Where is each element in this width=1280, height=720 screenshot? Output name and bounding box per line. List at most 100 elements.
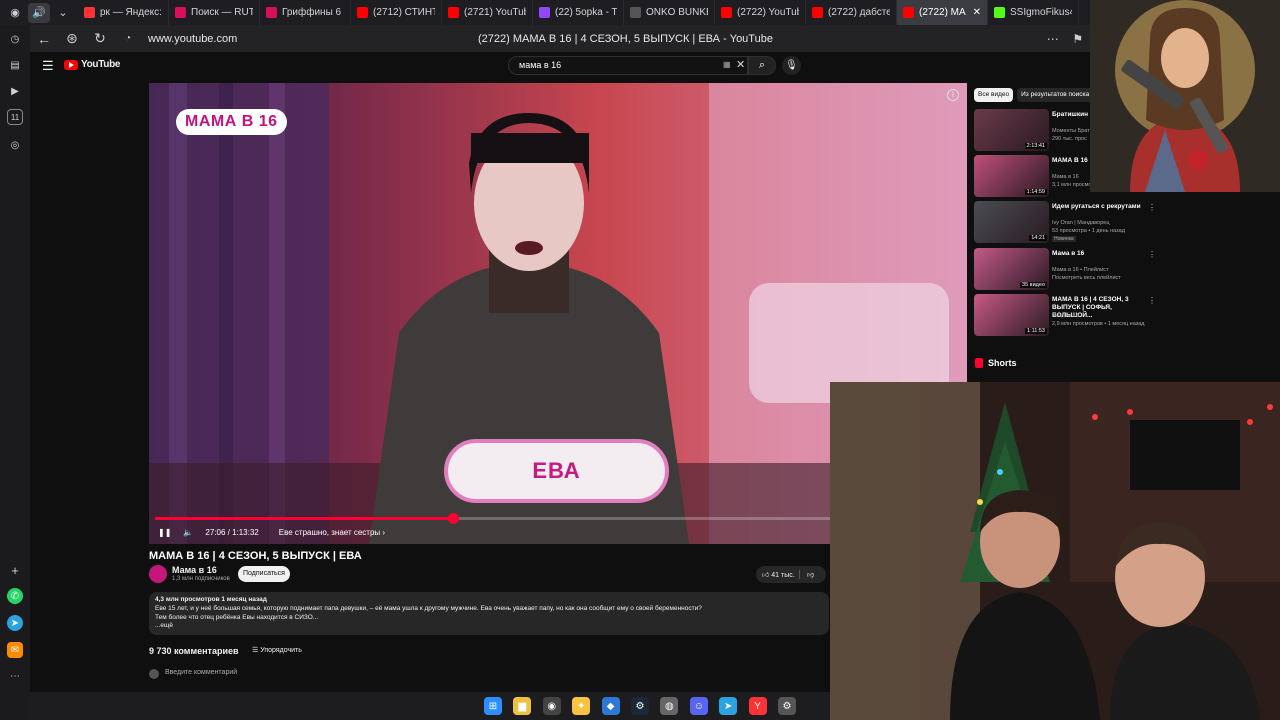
tab-title: (2722) МА [919, 7, 966, 18]
video-title: МАМА В 16 | 4 СЕЗОН, 5 ВЫПУСК | ЕВА [149, 550, 362, 562]
show-more-link[interactable]: ...ещё [155, 622, 823, 631]
related-channel[interactable]: Ivy Oran | Мандаворец [1052, 220, 1109, 226]
tab-title: (2722) дабстеп [828, 7, 890, 18]
chip-from-search[interactable]: Из результатов поиска [1017, 88, 1094, 102]
youtube-icon [721, 7, 732, 18]
description-box[interactable]: 4,3 млн просмотров 1 месяц назад Еве 15 … [149, 592, 829, 635]
more-options-icon[interactable]: ⋮ [1148, 296, 1156, 305]
youtube-header: ☰ YouTube мама в 16 ▦ ✕ ⌕ 🎙 [30, 52, 1090, 80]
sidebar-more-icon[interactable]: ⋯ [7, 668, 23, 684]
duration-badge: 2:13:41 [1024, 143, 1047, 149]
vscode-icon[interactable]: ◆ [601, 697, 620, 715]
video-thumbnail[interactable]: 1:14:59 [974, 155, 1049, 197]
whatsapp-icon[interactable]: ✆ [7, 588, 23, 604]
video-thumbnail[interactable]: 1:11:53 [974, 294, 1049, 336]
paint-icon[interactable]: ✦ [572, 697, 591, 715]
chip-all-videos[interactable]: Все видео [974, 88, 1014, 102]
menu-icon[interactable]: ☰ [42, 58, 54, 74]
browser-sidebar: ◷ ▤ ▶ 11 ◎ + ✆ ➤ ✉ ⋯ [0, 25, 30, 720]
info-icon[interactable]: i [947, 89, 959, 101]
taskbar: ⊞ ▆ ◉ ✦ ◆ ⚙ ◍ ☺ ➤ Y ⚙ [30, 692, 830, 720]
windows-icon[interactable]: ⊞ [484, 697, 502, 715]
more-options-icon[interactable]: ⋮ [1148, 250, 1156, 259]
browser-tab[interactable]: рк — Яндекс: н [78, 0, 169, 25]
add-icon[interactable]: + [7, 562, 23, 578]
obs-icon[interactable]: ◉ [542, 697, 561, 715]
tab-title: (2721) YouTub [464, 7, 526, 18]
tab-title: рк — Яндекс: н [100, 7, 162, 18]
browser-tab[interactable]: (2712) СТИНТ [351, 0, 442, 25]
history-icon[interactable]: ◷ [7, 31, 23, 47]
name-badge: ЕВА [444, 439, 669, 503]
overlay-image [1090, 0, 1280, 192]
browser-tab[interactable]: (2722) МА ✕ [897, 0, 988, 25]
youtube-icon [357, 7, 368, 18]
related-channel[interactable]: Моменты Брат [1052, 128, 1090, 134]
related-channel[interactable]: Мама в 16 [1052, 313, 1079, 319]
more-icon[interactable]: ⋯ [1047, 32, 1059, 46]
browser-tab[interactable]: SSIgmoFikus42 [988, 0, 1079, 25]
sound-icon[interactable]: 🔊 [28, 2, 50, 23]
related-video[interactable]: 35 видео Мама в 16 Мама в 16 • Плейлист Пос… [974, 248, 1156, 291]
reload-icon[interactable]: ↻ [86, 30, 114, 47]
like-button[interactable]: 👍︎ 41 тыс. [756, 570, 800, 579]
video-thumbnail[interactable]: 2:13:41 [974, 109, 1049, 151]
related-channel[interactable]: Мама в 16 • Плейлист [1052, 267, 1108, 273]
video-thumbnail[interactable]: 35 видео [974, 248, 1049, 290]
more-options-icon[interactable]: ⋮ [1148, 203, 1156, 212]
lock-icon[interactable]: ◔ [114, 33, 142, 44]
screenshot-icon[interactable]: ◎ [7, 137, 23, 153]
discord-icon[interactable]: ☺ [689, 697, 708, 715]
duration-badge: 35 видео [1020, 282, 1047, 288]
search-input[interactable]: мама в 16 [508, 56, 748, 75]
media-icon[interactable]: ▶ [7, 83, 23, 99]
tab-title: (22) 5opka - Tw [555, 7, 617, 18]
telegram-icon[interactable]: ➤ [7, 615, 23, 631]
sort-button[interactable]: ☰ Упорядочить [252, 646, 302, 654]
youtube-icon [903, 7, 914, 18]
browser-tab[interactable]: (22) 5opka - Tw [533, 0, 624, 25]
keyboard-icon[interactable]: ▦ [723, 60, 731, 69]
close-tab-icon[interactable]: ✕ [973, 7, 981, 18]
calendar-icon[interactable]: 11 [7, 109, 23, 125]
browser-tab[interactable]: (2722) YouTub [715, 0, 806, 25]
channel-avatar[interactable] [149, 565, 167, 583]
related-title[interactable]: Идем ругаться с рекрутами [1052, 203, 1146, 211]
collections-icon[interactable]: ▤ [7, 57, 23, 73]
chapter-title[interactable]: Еве страшно, знает сестры › [279, 528, 385, 537]
browser-tab[interactable]: Поиск — RUTU [169, 0, 260, 25]
settings-icon[interactable]: ⚙ [778, 697, 796, 715]
yandex-browser-icon[interactable]: Y [748, 697, 767, 715]
clear-icon[interactable]: ✕ [736, 58, 745, 71]
volume-icon[interactable]: 🔈 [183, 528, 193, 537]
mail-icon[interactable]: ✉ [7, 642, 23, 658]
related-video[interactable]: 14:21 Идем ругаться с рекрутами Ivy Oran |… [974, 201, 1156, 244]
browser-tab[interactable]: Гриффины 6 се [260, 0, 351, 25]
folder-icon[interactable]: ▆ [513, 697, 532, 715]
comment-input[interactable]: Введите комментарий [165, 669, 237, 676]
video-thumbnail[interactable]: 14:21 [974, 201, 1049, 243]
pause-icon[interactable]: ❚❚ [158, 528, 171, 537]
youtube-logo[interactable]: YouTube [64, 59, 121, 70]
dislike-button[interactable]: 👎︎ [800, 570, 814, 579]
channel-name[interactable]: Мама в 16 [172, 565, 217, 575]
related-video[interactable]: 1:11:53 МАМА В 16 | 4 СЕЗОН, 3 ВЫПУСК | С… [974, 294, 1156, 337]
bookmark-icon[interactable]: ⚑ [1072, 32, 1083, 46]
url-field[interactable]: www.youtube.com [148, 33, 478, 45]
browser-tab[interactable]: (2721) YouTub [442, 0, 533, 25]
related-title[interactable]: Мама в 16 [1052, 250, 1146, 258]
related-channel[interactable]: Мама в 16 [1052, 174, 1079, 180]
view-stats: 4,3 млн просмотров 1 месяц назад [155, 596, 267, 603]
tabs-dropdown-icon[interactable]: ⌄ [52, 3, 74, 23]
protect-icon[interactable]: ⊛ [58, 30, 86, 47]
back-icon[interactable]: ← [30, 31, 58, 47]
browser-tab[interactable]: (2722) дабстеп [806, 0, 897, 25]
mic-button[interactable]: 🎙 [782, 56, 801, 75]
subscribe-button[interactable]: Подписаться [238, 566, 290, 582]
steam-icon[interactable]: ⚙ [631, 697, 649, 715]
app-icon[interactable]: ◍ [660, 697, 679, 715]
browser-tab[interactable]: ONKO BUNKER [624, 0, 715, 25]
browser-menu-icon[interactable]: ◉ [4, 3, 26, 23]
telegram-icon[interactable]: ➤ [719, 697, 738, 715]
search-button[interactable]: ⌕ [748, 56, 776, 75]
